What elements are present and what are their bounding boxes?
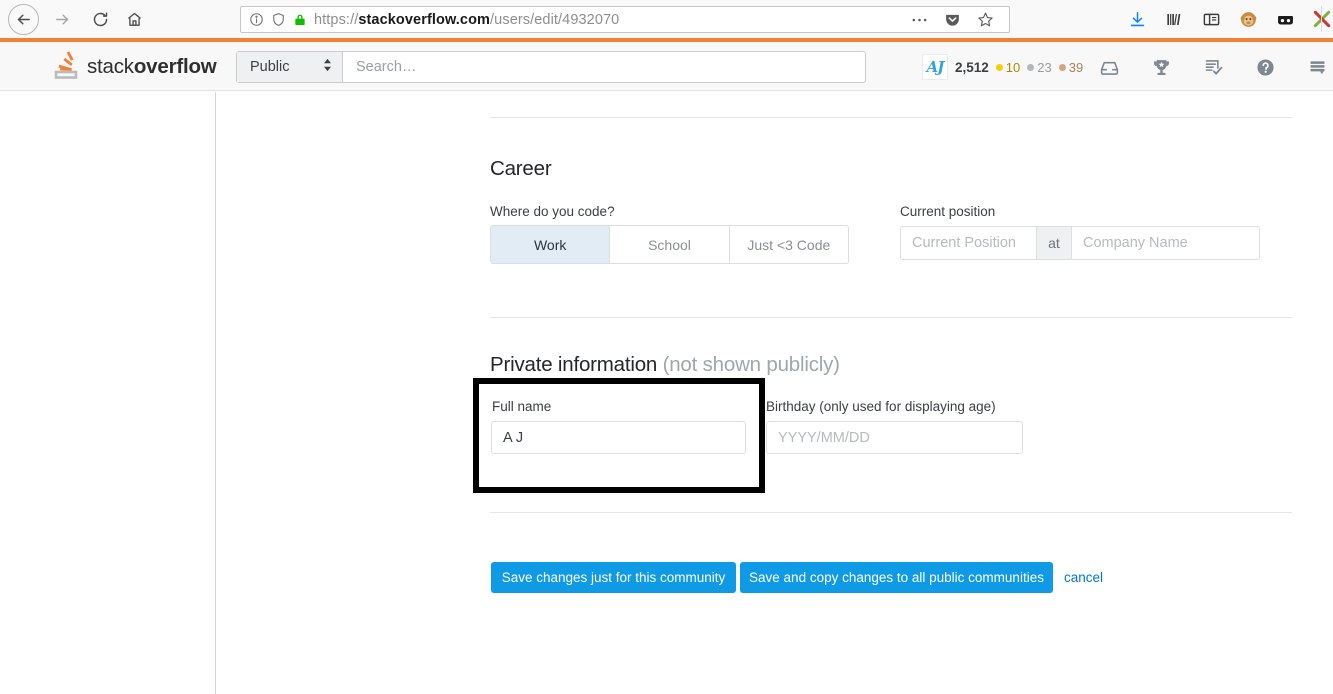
avatar[interactable]: AJ xyxy=(922,54,948,80)
at-separator-label: at xyxy=(1035,226,1071,260)
download-icon[interactable] xyxy=(1125,7,1149,31)
inbox-icon[interactable] xyxy=(1098,56,1120,78)
forward-arrow-icon[interactable] xyxy=(45,2,79,36)
logo-text-bold: overflow xyxy=(133,55,217,78)
gold-badge-value: 10 xyxy=(1005,59,1021,75)
stackoverflow-logo-text: stackoverflow xyxy=(87,55,217,79)
greasemonkey-icon[interactable] xyxy=(1236,7,1260,31)
silver-badge-value: 23 xyxy=(1037,59,1052,75)
ellipsis-icon[interactable] xyxy=(911,17,928,23)
search-scope-label: Public xyxy=(250,59,290,75)
sidebar-icon[interactable] xyxy=(1199,7,1223,31)
divider-middle xyxy=(490,317,1292,318)
birthday-input[interactable]: YYYY/MM/DD xyxy=(766,421,1023,454)
bronze-badge-count[interactable]: 39 xyxy=(1058,59,1084,75)
save-all-communities-button[interactable]: Save and copy changes to all public comm… xyxy=(740,562,1053,593)
shield-icon[interactable] xyxy=(271,12,286,27)
career-heading: Career xyxy=(490,157,552,180)
stackoverflow-logo-icon xyxy=(54,50,80,85)
back-arrow-icon[interactable] xyxy=(8,3,39,35)
stackoverflow-logo[interactable]: stackoverflow xyxy=(54,50,217,85)
info-icon[interactable] xyxy=(249,12,264,27)
annotation-highlight-box xyxy=(473,378,765,493)
where-do-you-code-toggle[interactable]: Work School Just <3 Code xyxy=(490,225,849,264)
glasses-icon[interactable] xyxy=(1273,7,1297,31)
gold-badge-count[interactable]: 10 xyxy=(995,59,1021,75)
search-input[interactable]: Search… xyxy=(343,52,865,82)
site-switcher-icon[interactable] xyxy=(1306,56,1328,78)
user-rep-box[interactable]: AJ 2,512 10 23 39 xyxy=(922,52,1083,82)
toggle-option-school[interactable]: School xyxy=(610,226,730,263)
url-text: https://stackoverflow.com/users/edit/493… xyxy=(314,11,620,28)
logo-text-light: stack xyxy=(87,55,134,78)
chevron-updown-icon xyxy=(323,58,332,76)
current-position-group[interactable]: Current Position at Company Name xyxy=(900,226,1260,260)
star-icon[interactable] xyxy=(977,11,994,28)
silver-badge-count[interactable]: 23 xyxy=(1027,59,1052,75)
pocket-icon[interactable] xyxy=(944,11,961,28)
trophy-icon[interactable] xyxy=(1150,56,1172,78)
header-icon-bar xyxy=(1098,52,1328,82)
toggle-option-work[interactable]: Work xyxy=(491,226,611,263)
where-do-you-code-label: Where do you code? xyxy=(490,204,615,219)
padlock-icon[interactable] xyxy=(293,12,307,27)
private-information-note: (not shown publicly) xyxy=(662,353,840,376)
cancel-link[interactable]: cancel xyxy=(1064,570,1103,585)
search-scope-select[interactable]: Public xyxy=(237,52,343,82)
help-icon[interactable] xyxy=(1254,56,1276,78)
divider-top xyxy=(490,117,1292,118)
save-community-button[interactable]: Save changes just for this community xyxy=(491,562,736,593)
browser-nav-buttons xyxy=(0,2,151,36)
silver-badge-icon xyxy=(1027,63,1035,71)
review-icon[interactable] xyxy=(1202,56,1224,78)
library-icon[interactable] xyxy=(1162,7,1186,31)
sidebar-divider xyxy=(215,92,216,694)
reload-icon[interactable] xyxy=(83,2,117,36)
private-information-title: Private information xyxy=(490,353,658,376)
private-information-heading: Private information (not shown publicly) xyxy=(490,353,840,377)
company-name-input[interactable]: Company Name xyxy=(1070,226,1260,260)
search-bar[interactable]: Public Search… xyxy=(236,51,866,83)
bronze-badge-value: 39 xyxy=(1068,59,1084,75)
home-icon[interactable] xyxy=(117,2,151,36)
toggle-option-just-code[interactable]: Just <3 Code xyxy=(730,226,848,263)
bronze-badge-icon xyxy=(1058,63,1066,71)
urlbar-right-icons xyxy=(911,11,1001,28)
current-position-label: Current position xyxy=(900,204,996,219)
url-bar[interactable]: https://stackoverflow.com/users/edit/493… xyxy=(240,6,1010,33)
gold-badge-icon xyxy=(995,63,1003,71)
divider-bottom xyxy=(490,512,1292,513)
reputation-count: 2,512 xyxy=(955,59,989,75)
browser-toolbar-icons xyxy=(1125,0,1333,38)
birthday-label: Birthday (only used for displaying age) xyxy=(766,399,996,414)
toolbar-divider xyxy=(1321,6,1322,32)
avatar-initials: AJ xyxy=(926,58,945,76)
browser-chrome: https://stackoverflow.com/users/edit/493… xyxy=(0,0,1333,38)
current-position-input[interactable]: Current Position xyxy=(900,226,1036,260)
search-placeholder: Search… xyxy=(356,59,417,75)
